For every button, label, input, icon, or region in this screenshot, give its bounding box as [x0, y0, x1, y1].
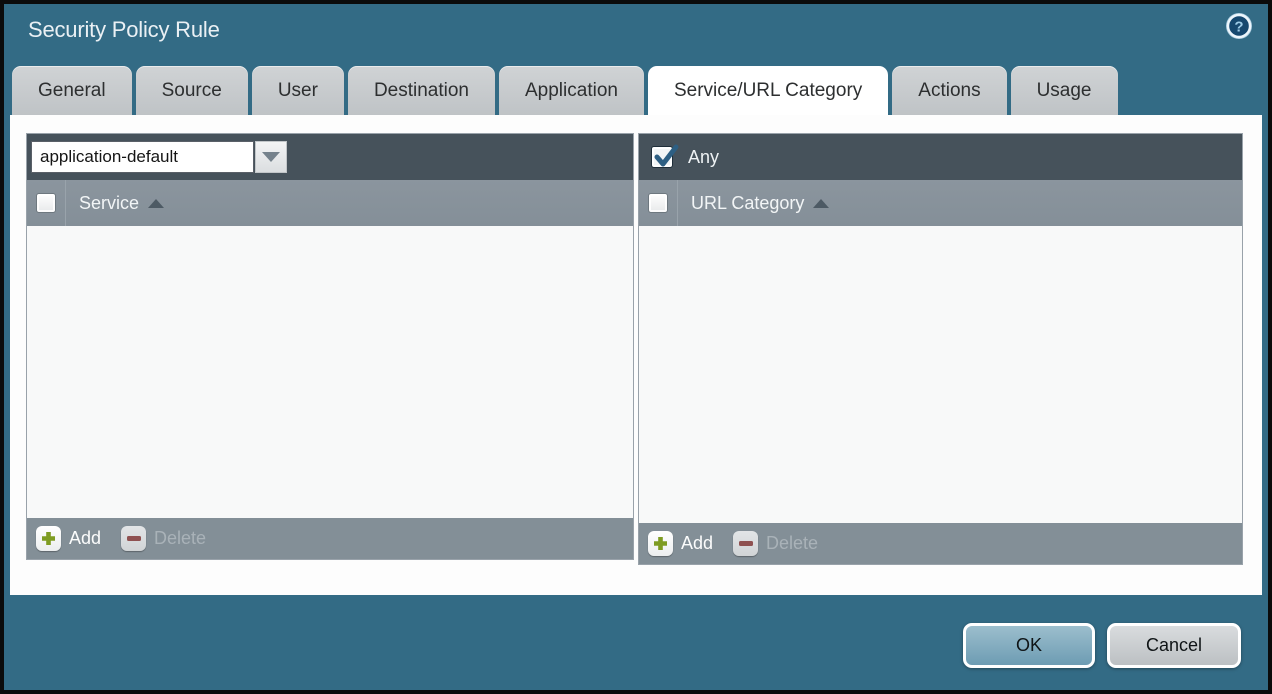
url-category-any-bar: Any — [639, 134, 1242, 180]
tab-content-service-url-category: application-default Service Add — [10, 115, 1262, 595]
tab-user[interactable]: User — [252, 66, 344, 115]
plus-icon — [648, 531, 673, 556]
dialog-title: Security Policy Rule — [28, 17, 220, 43]
tab-application[interactable]: Application — [499, 66, 644, 115]
tab-strip: General Source User Destination Applicat… — [12, 66, 1260, 115]
url-category-column-label[interactable]: URL Category — [691, 193, 804, 214]
tab-service-url-category[interactable]: Service/URL Category — [648, 66, 888, 115]
cancel-button[interactable]: Cancel — [1107, 623, 1241, 668]
url-category-panel: Any URL Category Add — [638, 133, 1243, 565]
help-icon[interactable]: ? — [1225, 12, 1253, 40]
url-category-footer: Add Delete — [639, 523, 1242, 564]
blue-checkmark-icon — [653, 144, 679, 170]
service-delete-button[interactable]: Delete — [121, 526, 206, 551]
url-category-add-button[interactable]: Add — [648, 531, 713, 556]
plus-icon — [36, 526, 61, 551]
service-toolbar: application-default — [27, 134, 633, 180]
minus-icon — [733, 531, 758, 556]
column-divider — [65, 180, 66, 226]
service-column-header: Service — [27, 180, 633, 226]
add-button-label: Add — [681, 533, 713, 554]
service-add-button[interactable]: Add — [36, 526, 101, 551]
tab-actions[interactable]: Actions — [892, 66, 1006, 115]
ok-button[interactable]: OK — [963, 623, 1095, 668]
url-category-column-header: URL Category — [639, 180, 1242, 226]
sort-ascending-icon[interactable] — [813, 199, 829, 208]
svg-text:?: ? — [1234, 19, 1243, 36]
tab-source[interactable]: Source — [136, 66, 248, 115]
url-category-delete-button[interactable]: Delete — [733, 531, 818, 556]
column-divider — [677, 180, 678, 226]
delete-button-label: Delete — [766, 533, 818, 554]
tab-usage[interactable]: Usage — [1011, 66, 1118, 115]
service-select-all-checkbox[interactable] — [36, 193, 56, 213]
service-footer: Add Delete — [27, 518, 633, 559]
dialog-titlebar: Security Policy Rule ? — [4, 4, 1268, 66]
url-category-list-body — [639, 226, 1242, 523]
service-type-dropdown[interactable]: application-default — [31, 141, 254, 173]
chevron-down-icon — [262, 152, 280, 162]
url-category-select-all-checkbox[interactable] — [648, 193, 668, 213]
service-column-label[interactable]: Service — [79, 193, 139, 214]
delete-button-label: Delete — [154, 528, 206, 549]
any-label: Any — [688, 147, 719, 168]
service-panel: application-default Service Add — [26, 133, 634, 560]
sort-ascending-icon[interactable] — [148, 199, 164, 208]
service-type-dropdown-button[interactable] — [255, 141, 287, 173]
any-checkbox[interactable] — [651, 146, 673, 168]
tab-destination[interactable]: Destination — [348, 66, 495, 115]
add-button-label: Add — [69, 528, 101, 549]
security-policy-rule-dialog: Security Policy Rule ? General Source Us… — [4, 4, 1268, 690]
service-list-body — [27, 226, 633, 518]
tab-general[interactable]: General — [12, 66, 132, 115]
minus-icon — [121, 526, 146, 551]
